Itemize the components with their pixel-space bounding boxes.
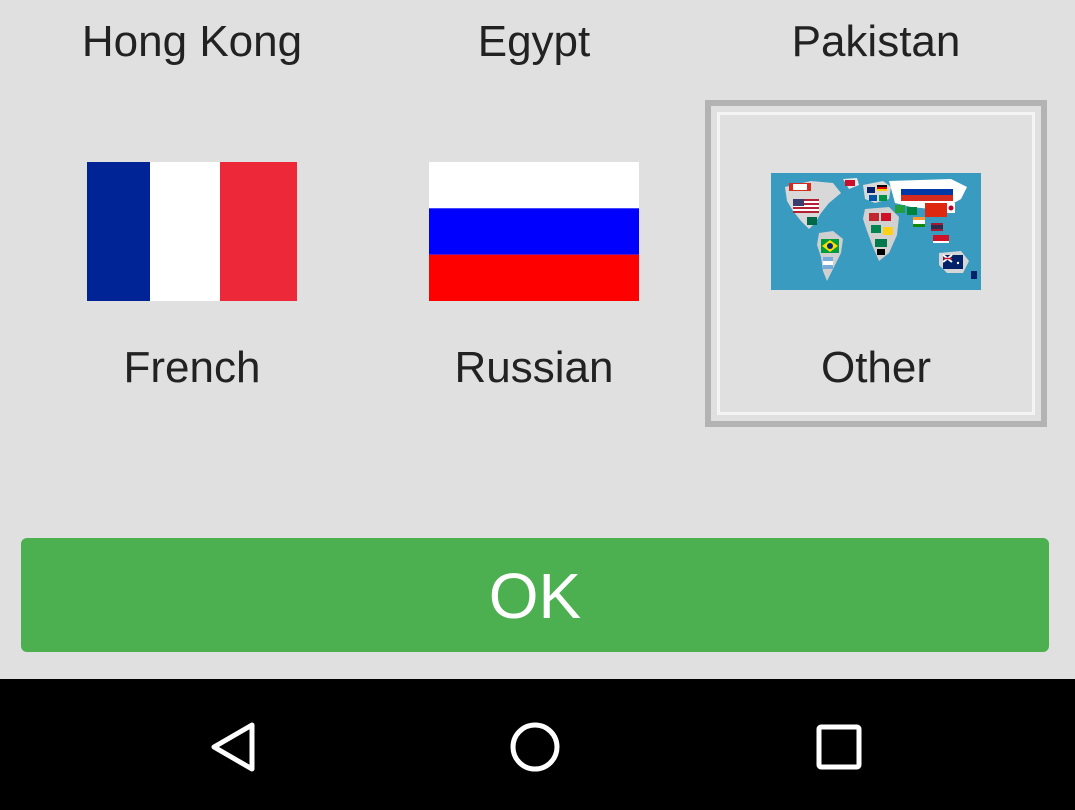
back-icon[interactable] [204, 717, 264, 777]
language-tile-other[interactable]: Other [705, 100, 1047, 427]
russia-flag-icon [429, 162, 639, 301]
france-flag-icon [87, 162, 297, 301]
language-label-russian: Russian [454, 343, 614, 392]
language-label-french: French [123, 343, 261, 392]
recents-icon[interactable] [809, 717, 869, 777]
home-icon[interactable] [505, 717, 565, 777]
tile-label-pakistan[interactable]: Pakistan [705, 14, 1047, 70]
language-label-other: Other [820, 343, 932, 392]
tile-label-egypt[interactable]: Egypt [363, 14, 705, 70]
language-tile-russian[interactable]: Russian [363, 100, 705, 427]
language-picker-screen: Hong Kong Egypt Pakistan French Russian [0, 0, 1075, 810]
language-tile-french[interactable]: French [21, 100, 363, 427]
world-flags-map-icon [771, 173, 981, 290]
system-navigation-bar [0, 679, 1075, 810]
ok-button[interactable]: OK [21, 538, 1049, 652]
tile-label-hong-kong[interactable]: Hong Kong [21, 14, 363, 70]
